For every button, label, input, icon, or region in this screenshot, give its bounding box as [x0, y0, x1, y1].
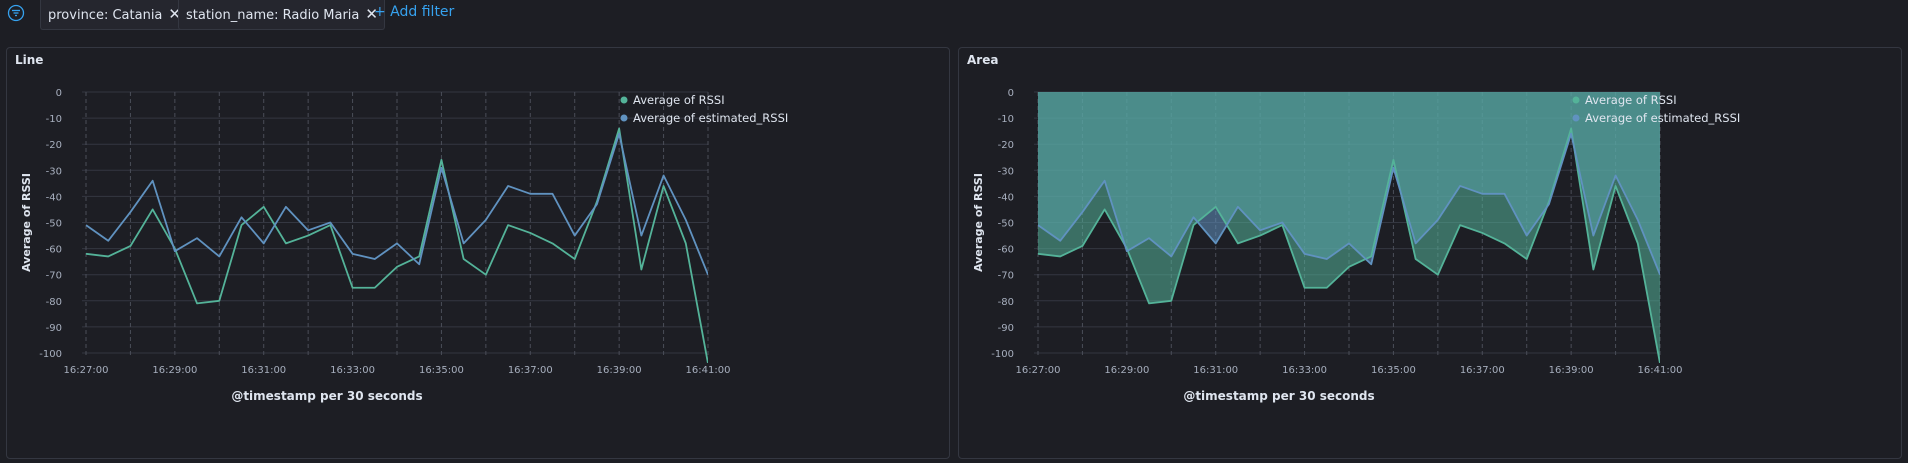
y-tick-label: -90 [46, 323, 62, 334]
legend-label: Average of estimated_RSSI [1585, 111, 1740, 125]
y-tick-label: -50 [46, 219, 62, 230]
line-chart: 0 -10 -20 -30 -40 -50 -60 -70 -80 -90 -10016:27:00… [20, 88, 788, 403]
y-tick-label: -80 [998, 297, 1014, 308]
legend-label: Average of estimated_RSSI [633, 111, 788, 125]
x-axis-title: @timestamp per 30 seconds [1183, 389, 1374, 403]
x-tick-label: 16:33:00 [330, 365, 375, 376]
y-tick-label: -10 [998, 114, 1014, 125]
legend-label: Average of RSSI [1585, 93, 1677, 107]
series-area [1038, 92, 1660, 363]
plot-area [1038, 92, 1660, 363]
legend-swatch [1572, 96, 1580, 104]
area-chart: 0 -10 -20 -30 -40 -50 -60 -70 -80 -90 -10016:27:00… [972, 88, 1740, 403]
panel-line: Line 0 -10 -20 -30 -40 -50 -60 -70 -80 -90 -100 16:… [6, 47, 950, 459]
y-tick-label: -40 [46, 192, 62, 203]
y-tick-label: -40 [998, 192, 1014, 203]
y-tick-label: -100 [39, 349, 62, 360]
y-tick-label: -10 [46, 114, 62, 125]
x-tick-label: 16:35:00 [1371, 365, 1416, 376]
x-tick-label: 16:37:00 [508, 365, 553, 376]
legend-swatch [1572, 114, 1580, 122]
y-tick-label: -20 [46, 140, 62, 151]
x-tick-label: 16:37:00 [1460, 365, 1505, 376]
x-tick-label: 16:39:00 [1549, 365, 1594, 376]
x-tick-label: 16:35:00 [419, 365, 464, 376]
y-tick-label: -30 [46, 166, 62, 177]
x-tick-label: 16:31:00 [241, 365, 286, 376]
x-tick-label: 16:27:00 [64, 365, 109, 376]
y-tick-label: -50 [998, 219, 1014, 230]
filter-pill-label: province: Catania [48, 8, 163, 23]
x-tick-label: 16:29:00 [1104, 365, 1149, 376]
y-tick-label: -80 [46, 297, 62, 308]
y-tick-label: 0 [1008, 88, 1014, 99]
y-tick-label: -100 [991, 349, 1014, 360]
y-tick-label: -70 [46, 271, 62, 282]
y-tick-label: -60 [998, 245, 1014, 256]
y-tick-label: -90 [998, 323, 1014, 334]
filter-pill-station-name[interactable]: station_name: Radio Maria ✕ [178, 0, 385, 30]
x-tick-label: 16:31:00 [1193, 365, 1238, 376]
y-tick-label: -30 [998, 166, 1014, 177]
x-tick-label: 16:41:00 [686, 365, 731, 376]
x-tick-label: 16:39:00 [597, 365, 642, 376]
legend-swatch [620, 114, 628, 122]
y-tick-label: -70 [998, 271, 1014, 282]
legend-swatch [620, 96, 628, 104]
x-tick-label: 16:41:00 [1638, 365, 1683, 376]
legend-label: Average of RSSI [633, 93, 725, 107]
x-tick-label: 16:29:00 [152, 365, 197, 376]
y-tick-label: -60 [46, 245, 62, 256]
filter-bar: province: Catania ✕ station_name: Radio M… [0, 0, 1908, 30]
add-filter-button[interactable]: + Add filter [374, 4, 454, 20]
filter-pill-label: station_name: Radio Maria [186, 8, 360, 23]
x-tick-label: 16:27:00 [1016, 365, 1061, 376]
y-tick-label: 0 [56, 88, 62, 99]
y-axis-title: Average of RSSI [972, 173, 985, 272]
x-tick-label: 16:33:00 [1282, 365, 1327, 376]
y-axis-title: Average of RSSI [20, 173, 33, 272]
filter-menu-icon[interactable] [7, 4, 25, 22]
y-tick-label: -20 [998, 140, 1014, 151]
panel-area: Area 0 -10 -20 -30 -40 -50 -60 -70 -80 -90 -100 16:… [958, 47, 1902, 459]
x-axis-title: @timestamp per 30 seconds [231, 389, 422, 403]
filter-pill-province[interactable]: province: Catania ✕ [40, 0, 188, 30]
